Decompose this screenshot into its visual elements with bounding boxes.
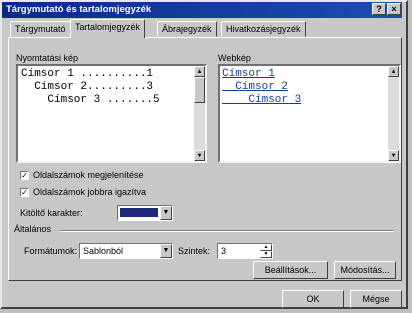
general-section-label: Általános <box>14 224 52 234</box>
right-align-label: Oldalszámok jobbra igazítva <box>33 187 147 197</box>
spin-down-icon[interactable]: ▼ <box>260 251 272 258</box>
general-divider <box>60 230 394 232</box>
help-button[interactable]: ? <box>372 3 386 15</box>
print-preview-box: Címsor 1 ..........1 Címsor 2.........3 … <box>16 64 207 163</box>
show-page-numbers-checkbox[interactable]: ✓ <box>20 171 29 180</box>
scroll-down-icon[interactable]: ▼ <box>194 150 205 161</box>
web-preview-link[interactable]: Címsor 3 <box>222 94 399 107</box>
tab-index[interactable]: Tárgymutató <box>10 21 71 37</box>
chevron-down-icon[interactable]: ▼ <box>160 244 172 258</box>
web-preview-label: Webkép <box>218 53 251 63</box>
leader-label: Kitöltő karakter: <box>20 208 83 218</box>
ok-button[interactable]: OK <box>282 290 344 308</box>
scroll-thumb[interactable] <box>194 77 205 103</box>
settings-button[interactable]: Beállítások... <box>253 261 328 279</box>
print-preview-label: Nyomtatási kép <box>16 53 79 63</box>
tab-table-of-authorities[interactable]: Hivatkozásjegyzék <box>221 21 306 37</box>
web-preview-link[interactable]: Címsor 2 <box>222 81 399 94</box>
scroll-down-icon[interactable]: ▼ <box>388 150 399 161</box>
spin-up-icon[interactable]: ▲ <box>260 244 272 251</box>
web-preview-scrollbar[interactable]: ▲ ▼ <box>388 66 399 161</box>
window-title: Tárgymutató és tartalomjegyzék <box>6 4 152 15</box>
tab-table-of-contents[interactable]: Tartalomjegyzék <box>70 19 146 38</box>
formats-label: Formátumok: <box>24 246 78 256</box>
close-button[interactable]: × <box>387 3 401 15</box>
print-preview-line: Címsor 3 .......5 <box>21 94 160 106</box>
print-preview-scrollbar[interactable]: ▲ ▼ <box>194 66 205 161</box>
levels-label: Szintek: <box>178 246 211 256</box>
levels-spinner[interactable]: 3 ▲ ▼ <box>217 243 273 259</box>
print-preview-line: Címsor 2.........3 <box>21 81 154 93</box>
leader-selection <box>120 208 158 217</box>
cancel-button[interactable]: Mégse <box>350 290 402 308</box>
tab-table-of-figures[interactable]: Ábrajegyzék <box>157 21 217 37</box>
right-align-checkbox[interactable]: ✓ <box>20 188 29 197</box>
title-bar[interactable]: Tárgymutató és tartalomjegyzék <box>2 2 402 18</box>
web-preview-link[interactable]: Címsor 1 <box>222 68 399 81</box>
leader-dropdown[interactable]: ▼ <box>117 205 173 221</box>
scroll-up-icon[interactable]: ▲ <box>194 66 205 77</box>
modify-button[interactable]: Módosítás... <box>334 261 396 279</box>
formats-dropdown[interactable]: Sablonból ▼ <box>79 243 173 259</box>
print-preview-line: Címsor 1 ..........1 <box>21 68 154 80</box>
scroll-up-icon[interactable]: ▲ <box>388 66 399 77</box>
show-page-numbers-label: Oldalszámok megjelenítése <box>33 170 144 180</box>
web-preview-box: Címsor 1 Címsor 2 Címsor 3 ▲ ▼ <box>218 64 401 163</box>
chevron-down-icon[interactable]: ▼ <box>160 206 172 220</box>
